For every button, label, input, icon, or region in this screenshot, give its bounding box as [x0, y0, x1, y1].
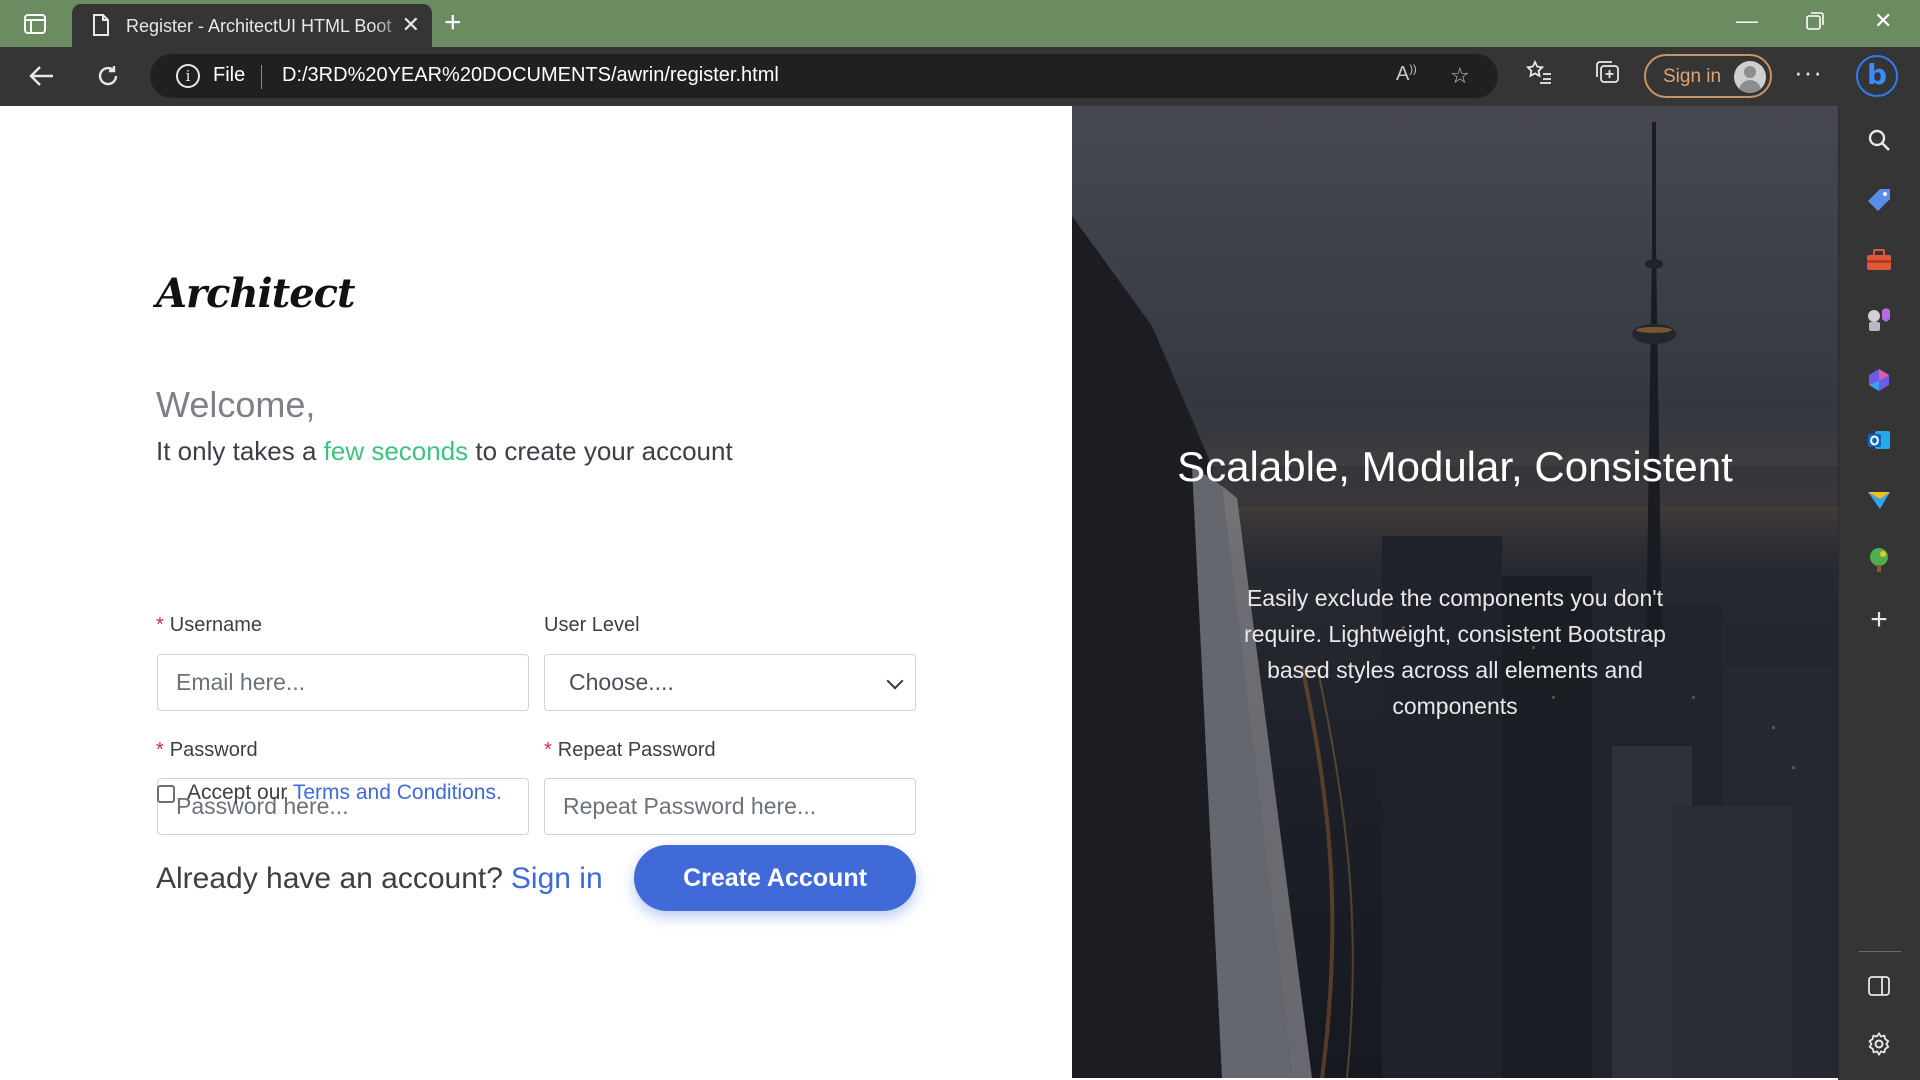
restore-icon[interactable] [1806, 10, 1824, 36]
tagline-text-end: to create your account [475, 436, 733, 466]
toolbox-icon[interactable] [1863, 244, 1895, 276]
required-asterisk: * [156, 614, 164, 636]
window-title-bar: Register - ArchitectUI HTML Boot ✕ + — ✕ [0, 0, 1920, 47]
repeat-password-field[interactable] [544, 778, 916, 835]
profile-signin-button[interactable]: Sign in [1644, 54, 1772, 98]
tag-icon[interactable] [1863, 184, 1895, 216]
tagline: It only takes a few seconds to create yo… [156, 436, 733, 467]
split-screen-icon[interactable] [1863, 970, 1895, 1002]
hero-title: Scalable, Modular, Consistent [1177, 443, 1733, 490]
welcome-heading: Welcome, [156, 384, 316, 425]
user-level-selected-value: Choose.... [569, 669, 674, 695]
already-have-account: Already have an account? Sign in [156, 862, 603, 895]
outlook-icon[interactable] [1863, 424, 1895, 456]
terms-link[interactable]: Terms and Conditions [293, 781, 496, 804]
logo: Architect [156, 270, 355, 317]
required-asterisk: * [544, 739, 552, 761]
copilot-icon[interactable] [1863, 364, 1895, 396]
add-favorite-icon[interactable]: ☆ [1450, 63, 1470, 89]
create-account-button[interactable]: Create Account [634, 845, 916, 911]
favorites-icon[interactable] [1525, 59, 1552, 91]
tab-title: Register - ArchitectUI HTML Boot [126, 16, 392, 36]
bing-copilot-icon[interactable]: b [1856, 55, 1898, 97]
tagline-text-start: It only takes a [156, 436, 317, 466]
chevron-down-icon [886, 672, 904, 690]
back-icon[interactable] [24, 58, 60, 94]
new-tab-icon[interactable]: + [444, 6, 462, 40]
close-window-icon[interactable]: ✕ [1874, 8, 1892, 34]
required-asterisk: * [156, 739, 164, 761]
browser-toolbar: i File D:/3RD%20YEAR%20DOCUMENTS/awrin/r… [0, 47, 1920, 106]
info-icon[interactable]: i [176, 64, 200, 88]
tab-close-icon[interactable]: ✕ [402, 12, 420, 38]
tab-actions-icon[interactable] [22, 11, 48, 37]
edge-sidebar: + [1838, 106, 1920, 1080]
tree-icon[interactable] [1863, 544, 1895, 576]
page-viewport: Architect Welcome, It only takes a few s… [0, 106, 1838, 1078]
tagline-accent: few seconds [323, 436, 469, 466]
read-aloud-icon[interactable]: A)) [1396, 63, 1417, 86]
address-scheme-label: File [213, 64, 246, 86]
page-document-icon [92, 14, 110, 41]
avatar [1734, 61, 1766, 93]
password-label: * Password [156, 739, 258, 761]
terms-label: Accept our Terms and Conditions. [187, 781, 502, 804]
terms-checkbox[interactable] [157, 785, 175, 803]
signin-link[interactable]: Sign in [511, 862, 603, 895]
browser-tab-active[interactable]: Register - ArchitectUI HTML Boot ✕ [72, 4, 432, 47]
username-input[interactable] [176, 669, 528, 696]
refresh-icon[interactable] [90, 58, 126, 94]
username-label: * Username [156, 614, 263, 636]
username-field[interactable] [157, 654, 529, 711]
profile-signin-label: Sign in [1663, 66, 1722, 87]
repeat-password-input[interactable] [563, 793, 915, 820]
more-options-icon[interactable]: ··· [1794, 57, 1823, 88]
register-form-pane: Architect Welcome, It only takes a few s… [0, 106, 1072, 1078]
user-level-label: User Level [544, 614, 640, 636]
send-icon[interactable] [1863, 484, 1895, 516]
address-bar[interactable]: i File D:/3RD%20YEAR%20DOCUMENTS/awrin/r… [150, 54, 1498, 98]
hero-description: Easily exclude the components you don't … [1244, 585, 1666, 719]
settings-icon[interactable] [1863, 1028, 1895, 1060]
search-icon[interactable] [1863, 124, 1895, 156]
collections-icon[interactable] [1594, 60, 1620, 91]
user-level-select[interactable]: Choose.... [544, 654, 916, 711]
address-url[interactable]: D:/3RD%20YEAR%20DOCUMENTS/awrin/register… [282, 64, 779, 87]
minimize-icon[interactable]: — [1736, 8, 1758, 34]
add-icon[interactable]: + [1863, 603, 1895, 636]
games-icon[interactable] [1863, 304, 1895, 336]
hero-image-pane: Scalable, Modular, Consistent Easily exc… [1072, 106, 1838, 1078]
repeat-password-label: * Repeat Password [544, 739, 716, 761]
